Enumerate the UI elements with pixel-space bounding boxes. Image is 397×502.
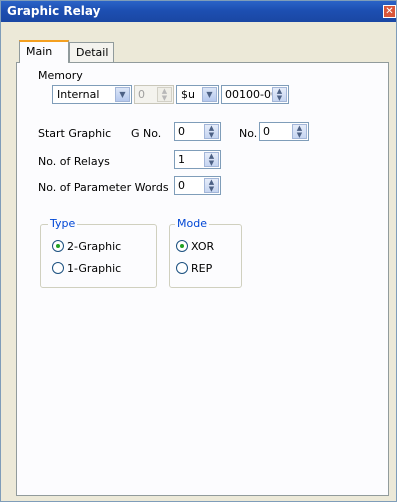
spin-arrows-icon[interactable]: ▲ ▼: [292, 124, 307, 139]
memory-prefix-value: $u: [181, 88, 195, 101]
relays-label: No. of Relays: [38, 155, 110, 168]
radio-1-graphic[interactable]: 1-Graphic: [52, 262, 121, 275]
spin-arrows-icon[interactable]: ▲ ▼: [204, 152, 219, 167]
radio-xor-label: XOR: [191, 240, 215, 253]
memory-label: Memory: [38, 69, 83, 82]
title-bar[interactable]: Graphic Relay ✕: [1, 1, 396, 22]
tab-detail[interactable]: Detail: [69, 42, 114, 62]
memory-prefix-select[interactable]: $u ▼: [176, 85, 219, 104]
param-words-value: 0: [178, 179, 185, 192]
param-words-stepper[interactable]: 0 ▲ ▼: [174, 176, 221, 195]
radio-rep[interactable]: REP: [176, 262, 212, 275]
radio-unselected-icon: [176, 262, 188, 274]
g-no-label: G No.: [131, 127, 162, 140]
spin-arrows-icon: ▲ ▼: [157, 87, 172, 102]
type-group-title: Type: [48, 217, 78, 230]
close-icon: ✕: [385, 6, 394, 17]
memory-type-select[interactable]: Internal ▼: [52, 85, 132, 104]
close-button[interactable]: ✕: [383, 5, 396, 18]
chevron-down-icon[interactable]: ▼: [115, 87, 130, 102]
relays-stepper[interactable]: 1 ▲ ▼: [174, 150, 221, 169]
relays-value: 1: [178, 153, 185, 166]
tab-panel-main: Memory Internal ▼ 0 ▲ ▼ $u ▼ 00100-00 ▲ ▼ …: [16, 62, 389, 496]
radio-unselected-icon: [52, 262, 64, 274]
mode-group: [169, 224, 242, 288]
radio-2-graphic[interactable]: 2-Graphic: [52, 240, 121, 253]
spin-arrows-icon[interactable]: ▲ ▼: [204, 124, 219, 139]
memory-address-value: 00100-00: [225, 88, 278, 101]
g-no-value: 0: [178, 125, 185, 138]
memory-type-value: Internal: [57, 88, 100, 101]
window-title: Graphic Relay: [7, 4, 101, 18]
mode-group-title: Mode: [175, 217, 209, 230]
type-group: [40, 224, 157, 288]
no-label: No.: [239, 127, 258, 140]
param-words-label: No. of Parameter Words: [38, 181, 169, 194]
radio-selected-icon: [176, 240, 188, 252]
g-no-stepper[interactable]: 0 ▲ ▼: [174, 122, 221, 141]
spin-arrows-icon[interactable]: ▲ ▼: [272, 87, 287, 102]
chevron-down-icon[interactable]: ▼: [202, 87, 217, 102]
start-graphic-label: Start Graphic: [38, 127, 112, 140]
radio-xor[interactable]: XOR: [176, 240, 214, 253]
no-stepper[interactable]: 0 ▲ ▼: [259, 122, 309, 141]
memory-index-stepper: 0 ▲ ▼: [134, 85, 174, 104]
tab-main[interactable]: Main: [19, 40, 69, 63]
memory-index-value: 0: [138, 88, 145, 101]
dialog-window: Graphic Relay ✕ Main Detail Memory Inter…: [0, 0, 397, 502]
memory-address-stepper[interactable]: 00100-00 ▲ ▼: [221, 85, 289, 104]
radio-2-graphic-label: 2-Graphic: [67, 240, 122, 253]
spin-arrows-icon[interactable]: ▲ ▼: [204, 178, 219, 193]
no-value: 0: [263, 125, 270, 138]
radio-rep-label: REP: [191, 262, 213, 275]
radio-selected-icon: [52, 240, 64, 252]
radio-1-graphic-label: 1-Graphic: [67, 262, 122, 275]
